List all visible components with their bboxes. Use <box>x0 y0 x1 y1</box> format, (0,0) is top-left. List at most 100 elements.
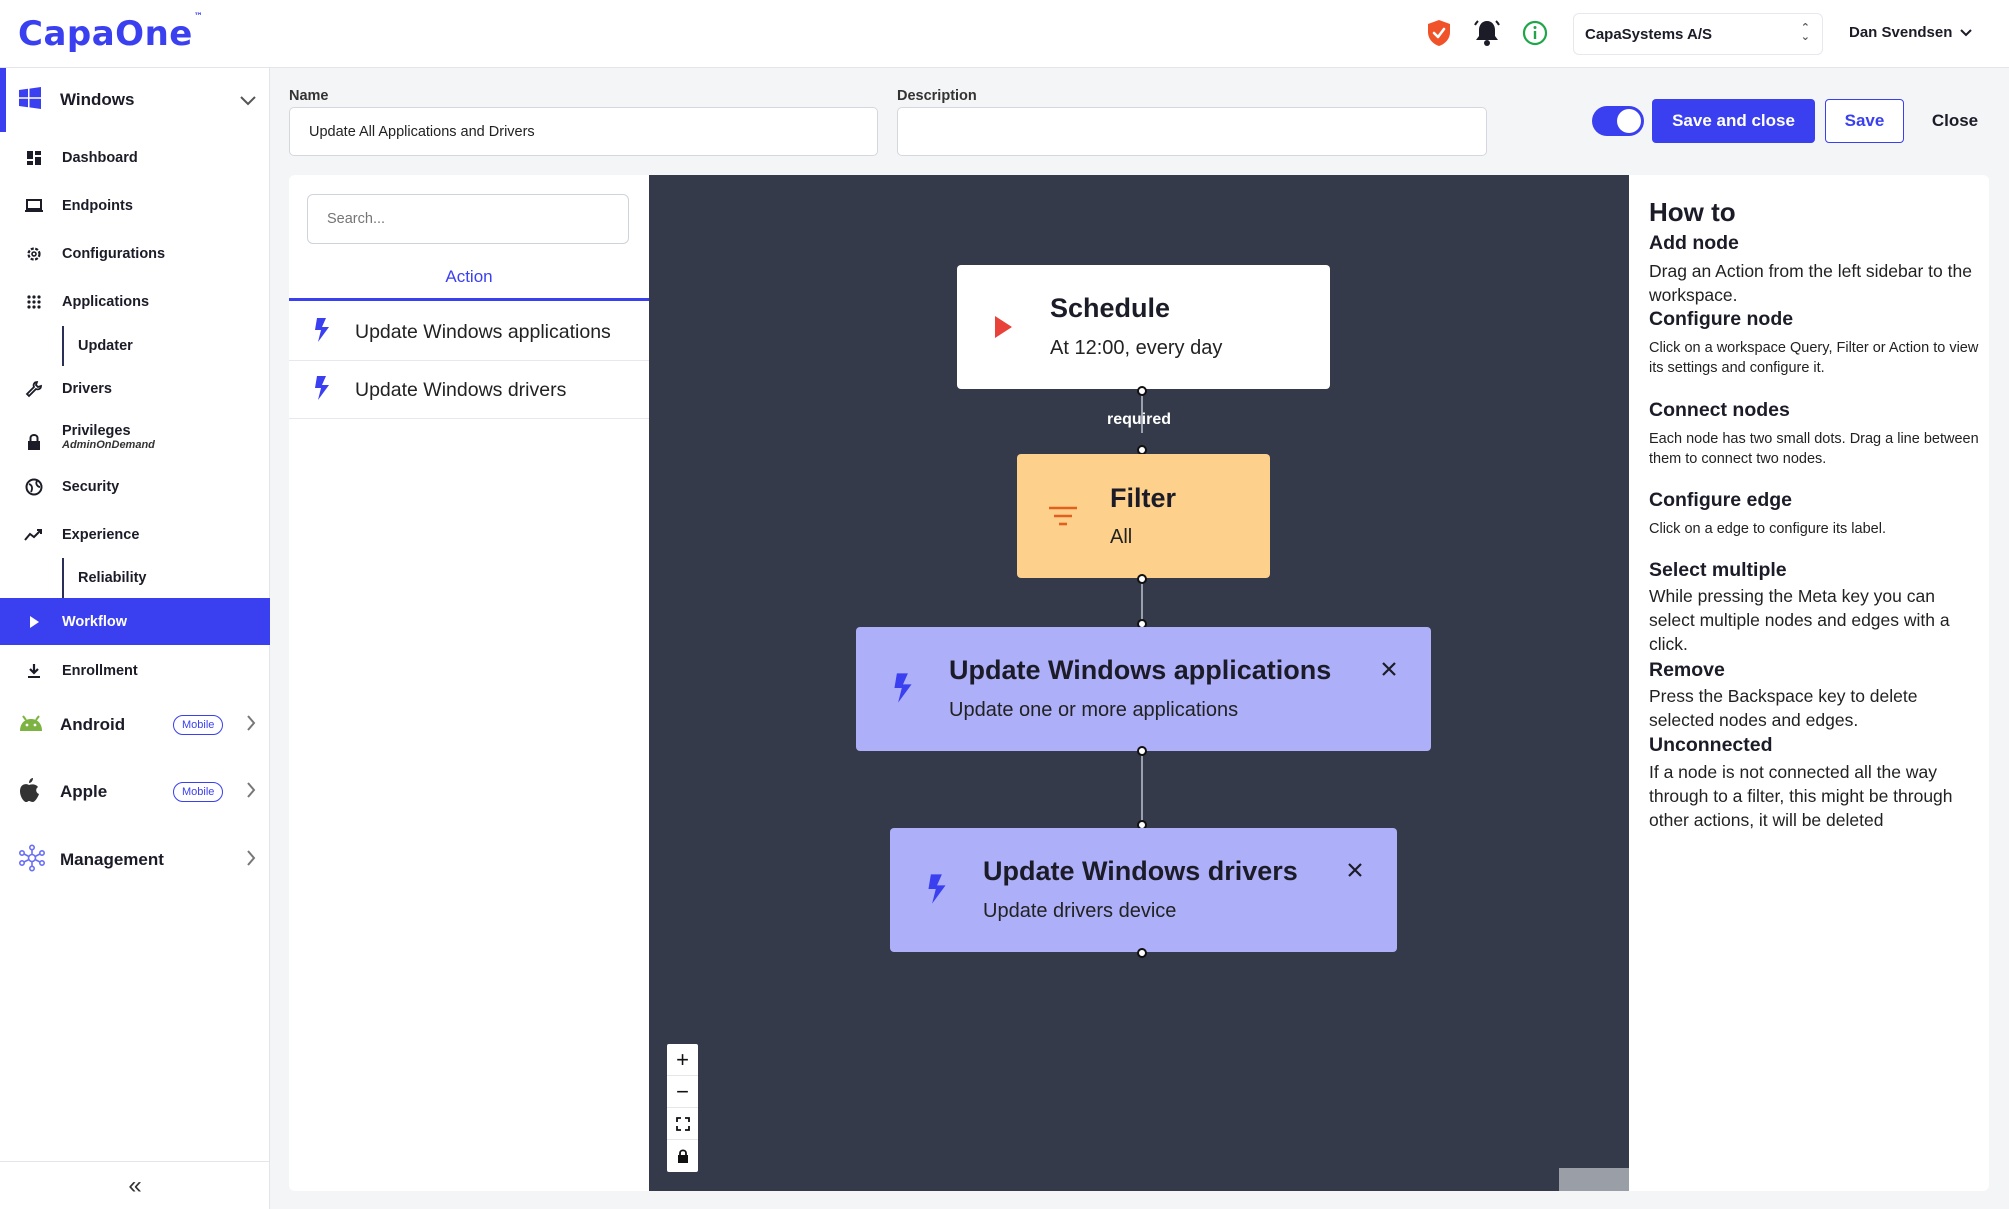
filter-icon <box>1047 504 1079 533</box>
sidebar-subitem-reliability[interactable]: Reliability <box>62 558 262 598</box>
sidebar-item-applications[interactable]: Applications <box>0 280 270 324</box>
connector-handle[interactable] <box>1137 948 1147 958</box>
sidebar-group-label: Android <box>60 715 126 734</box>
node-title: Update Windows applications <box>949 655 1332 685</box>
chevron-right-icon <box>246 714 256 736</box>
close-icon[interactable] <box>1347 856 1363 882</box>
bolt-icon <box>313 317 331 348</box>
zoom-in-button[interactable]: + <box>667 1044 698 1076</box>
sidebar-group-apple[interactable]: Apple Mobile <box>0 760 270 824</box>
fit-view-icon <box>675 1116 690 1131</box>
sidebar-item-dashboard[interactable]: Dashboard <box>0 136 270 180</box>
sidebar-item-endpoints[interactable]: Endpoints <box>0 184 270 228</box>
zoom-out-button[interactable]: − <box>667 1076 698 1108</box>
sidebar-item-privileges[interactable]: Privileges AdminOnDemand <box>0 412 270 468</box>
bell-icon[interactable] <box>1472 18 1502 48</box>
node-title: Filter <box>1110 483 1177 513</box>
node-subtitle: Update one or more applications <box>949 699 1239 721</box>
help-text: Click on a edge to configure its label. <box>1649 521 1886 537</box>
double-chevron-left-icon: « <box>128 1171 142 1199</box>
sidebar-subitem-updater[interactable]: Updater <box>62 326 262 366</box>
sidebar-item-drivers[interactable]: Drivers <box>0 367 270 411</box>
fit-view-button[interactable] <box>667 1108 698 1140</box>
help-heading: Connect nodes <box>1649 399 1790 421</box>
top-bar: CapaOne™ CapaSystems A/S ⌃ ⌄ Dan Svendsen <box>0 0 2009 68</box>
enabled-toggle[interactable] <box>1592 106 1644 136</box>
connector-handle[interactable] <box>1137 386 1147 396</box>
workflow-canvas[interactable]: required Schedule At 12:00, every day Fi… <box>649 175 1629 1191</box>
help-heading: Remove <box>1649 659 1725 681</box>
sidebar-item-label: Enrollment <box>62 663 138 679</box>
name-input[interactable] <box>289 107 878 156</box>
bolt-icon <box>926 872 948 911</box>
info-icon[interactable] <box>1520 18 1550 48</box>
sidebar-group-android[interactable]: Android Mobile <box>0 693 270 757</box>
sidebar-item-label: Reliability <box>78 570 147 586</box>
node-title: Schedule <box>1050 293 1171 323</box>
trend-icon <box>24 525 44 545</box>
help-heading: Select multiple <box>1649 559 1787 581</box>
description-input[interactable] <box>897 107 1487 156</box>
shield-icon[interactable] <box>1424 18 1454 48</box>
play-icon <box>993 315 1013 344</box>
save-and-close-button[interactable]: Save and close <box>1652 99 1815 143</box>
play-icon <box>24 612 44 632</box>
action-item[interactable]: Update Windows drivers <box>289 362 649 419</box>
mobile-badge: Mobile <box>173 715 224 735</box>
capaone-logo[interactable]: CapaOne™ <box>18 12 203 54</box>
updown-chevron-icon: ⌃ ⌄ <box>1800 22 1810 43</box>
sidebar-group-windows[interactable]: Windows <box>0 68 270 132</box>
sidebar-item-label: Workflow <box>62 613 127 630</box>
connector-handle[interactable] <box>1137 746 1147 756</box>
zoom-controls: + − <box>667 1044 698 1172</box>
close-icon[interactable] <box>1381 655 1397 681</box>
sidebar-item-experience[interactable]: Experience <box>0 513 270 557</box>
user-menu[interactable]: Dan Svendsen <box>1849 24 1973 41</box>
help-heading: Configure node <box>1649 308 1794 330</box>
sidebar-item-label: Configurations <box>62 246 166 262</box>
help-text: Click on a workspace Query, Filter or Ac… <box>1649 340 1979 376</box>
update-windows-applications-node[interactable]: Update Windows applications Update one o… <box>856 627 1431 751</box>
filter-node[interactable]: Filter All <box>1017 454 1270 578</box>
sidebar-item-label: Applications <box>62 294 150 310</box>
edge-label[interactable]: required <box>1107 411 1171 429</box>
sidebar-item-configurations[interactable]: Configurations <box>0 232 270 276</box>
node-subtitle: At 12:00, every day <box>1050 337 1223 359</box>
android-icon <box>18 714 44 737</box>
sidebar-item-label: Experience <box>62 527 140 543</box>
sidebar-item-label: Dashboard <box>62 150 138 166</box>
tab-action[interactable]: Action <box>289 255 649 301</box>
search-input[interactable] <box>307 194 629 244</box>
update-windows-drivers-node[interactable]: Update Windows drivers Update drivers de… <box>890 828 1397 952</box>
sidebar-group-label: Windows <box>60 90 135 109</box>
wrench-icon <box>24 379 44 399</box>
help-text: Drag an Action from the left sidebar to … <box>1649 261 1972 305</box>
sidebar-item-label: Security <box>62 479 120 495</box>
chevron-right-icon <box>246 849 256 871</box>
edge-line[interactable] <box>1141 751 1143 827</box>
sidebar-item-enrollment[interactable]: Enrollment <box>0 649 270 693</box>
help-text: Press the Backspace key to delete select… <box>1649 686 1918 730</box>
organization-select[interactable]: CapaSystems A/S ⌃ ⌄ <box>1573 13 1823 55</box>
lock-button[interactable] <box>667 1140 698 1172</box>
save-button[interactable]: Save <box>1825 99 1904 143</box>
action-item[interactable]: Update Windows applications <box>289 304 649 361</box>
action-panel: Action Update Windows applications Updat… <box>289 175 649 1191</box>
active-indicator <box>0 68 6 132</box>
schedule-node[interactable]: Schedule At 12:00, every day <box>957 265 1330 389</box>
mobile-badge: Mobile <box>173 782 224 802</box>
apps-grid-icon <box>24 292 44 312</box>
action-item-label: Update Windows applications <box>355 320 611 343</box>
sidebar-item-workflow[interactable]: Workflow <box>0 598 270 645</box>
minimap-handle[interactable] <box>1559 1168 1629 1191</box>
connector-handle[interactable] <box>1137 574 1147 584</box>
globe-shield-icon <box>24 477 44 497</box>
help-text: Each node has two small dots. Drag a lin… <box>1649 431 1979 467</box>
close-button[interactable]: Close <box>1914 99 1996 143</box>
help-heading: Configure edge <box>1649 489 1793 511</box>
sidebar-item-security[interactable]: Security <box>0 465 270 509</box>
sidebar-group-management[interactable]: Management <box>0 828 270 892</box>
gear-icon <box>24 244 44 264</box>
collapse-sidebar-button[interactable]: « <box>0 1161 270 1209</box>
sidebar-item-label: Updater <box>78 338 133 354</box>
